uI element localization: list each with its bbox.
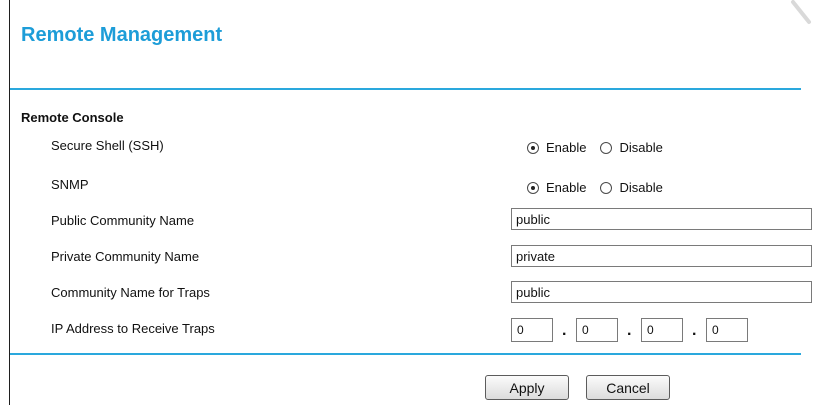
ssh-label: Secure Shell (SSH) — [51, 138, 164, 153]
ssh-radio-group: Enable Disable — [527, 140, 677, 155]
radio-unchecked-icon[interactable] — [600, 181, 613, 194]
ssh-enable-label: Enable — [546, 140, 587, 155]
trap-community-label: Community Name for Traps — [51, 285, 210, 300]
page-title: Remote Management — [21, 24, 223, 46]
ip-separator: . — [692, 322, 697, 339]
radio-checked-icon[interactable] — [527, 141, 539, 154]
private-community-label: Private Community Name — [51, 249, 200, 264]
radio-checked-icon[interactable] — [527, 181, 539, 194]
ip-separator: . — [627, 322, 632, 339]
ip-octet-1[interactable] — [511, 318, 553, 342]
section-title: Remote Console — [21, 110, 124, 125]
snmp-enable-radio[interactable]: Enable — [527, 180, 586, 195]
apply-button[interactable]: Apply — [485, 375, 569, 400]
radio-unchecked-icon[interactable] — [600, 141, 613, 154]
public-community-label: Public Community Name — [51, 213, 195, 228]
trap-community-field[interactable] — [511, 281, 812, 303]
snmp-disable-label: Disable — [619, 180, 663, 195]
snmp-label: SNMP — [51, 177, 89, 192]
private-community-field[interactable] — [511, 245, 812, 267]
corner-stroke-icon — [791, 0, 811, 24]
divider-bottom — [10, 353, 801, 355]
snmp-disable-radio[interactable]: Disable — [600, 180, 663, 195]
snmp-radio-group: Enable Disable — [527, 180, 677, 195]
ip-octet-3[interactable] — [641, 318, 683, 342]
settings-panel: Remote Management Remote Console Secure … — [9, 0, 817, 405]
ssh-disable-radio[interactable]: Disable — [600, 140, 663, 155]
trap-ip-label: IP Address to Receive Traps — [51, 321, 215, 336]
public-community-field[interactable] — [511, 208, 812, 230]
snmp-enable-label: Enable — [546, 180, 587, 195]
corner-decoration — [787, 0, 817, 32]
ip-octet-2[interactable] — [576, 318, 618, 342]
divider-top — [10, 88, 801, 90]
ssh-disable-label: Disable — [619, 140, 663, 155]
cancel-button[interactable]: Cancel — [586, 375, 670, 400]
ip-separator: . — [562, 322, 567, 339]
ip-octet-4[interactable] — [706, 318, 748, 342]
ssh-enable-radio[interactable]: Enable — [527, 140, 586, 155]
